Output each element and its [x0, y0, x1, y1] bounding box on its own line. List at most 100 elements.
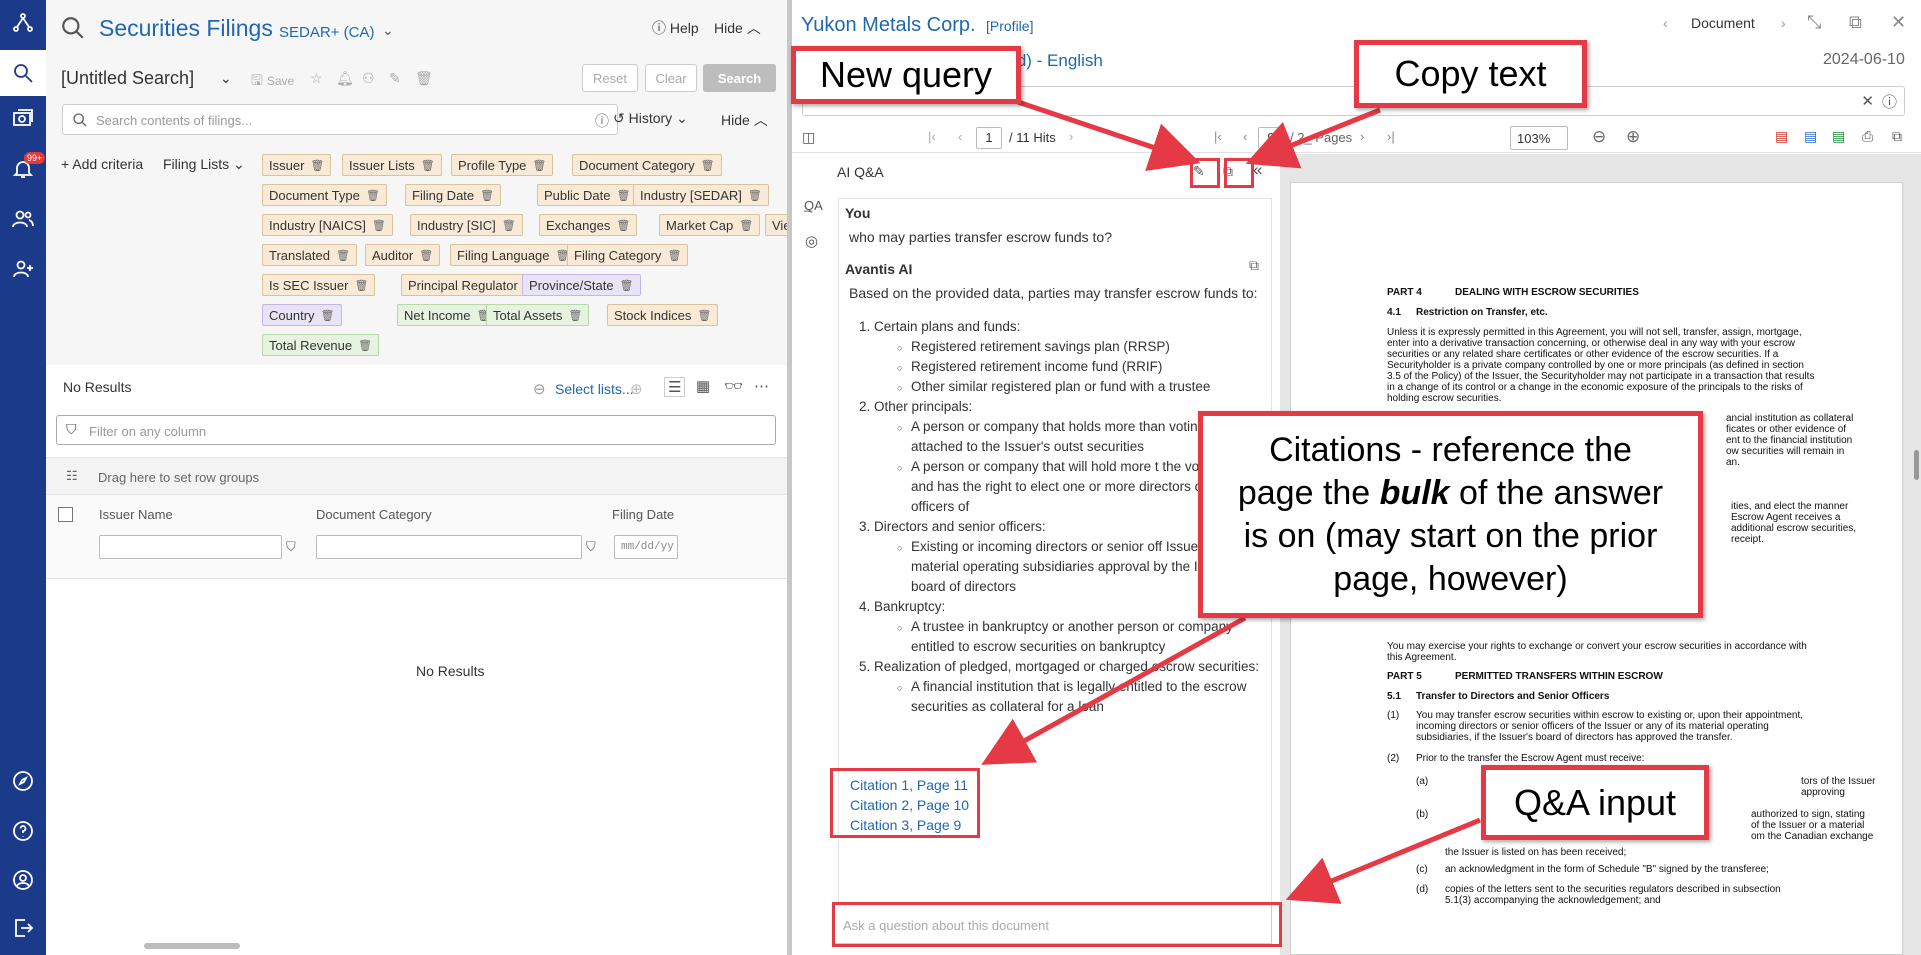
criteria-chip[interactable]: Total Revenue 🗑︎ — [262, 334, 380, 356]
prev-page-icon[interactable]: ‹ — [1243, 129, 1247, 144]
criteria-chip[interactable]: Market Cap 🗑︎ — [659, 214, 761, 236]
delete-icon[interactable]: 🗑︎ — [748, 189, 762, 202]
zoom-select[interactable]: 103% ⌄ — [1510, 126, 1568, 161]
hide-criteria-button[interactable]: Hide ︿ — [721, 110, 768, 130]
criteria-chip[interactable]: Document Type 🗑︎ — [262, 184, 387, 206]
delete-icon[interactable]: 🗑︎ — [667, 249, 681, 262]
word-icon[interactable]: ▤ — [1804, 128, 1817, 145]
add-circle-icon[interactable]: ⊕ — [630, 380, 643, 398]
content-search-input[interactable]: Search contents of filings... ⓘ — [62, 104, 618, 135]
save-button[interactable]: 🖫 Save — [251, 70, 294, 94]
notifications-icon[interactable]: 99+ — [0, 146, 46, 192]
delete-icon[interactable]: 🗑︎ — [421, 159, 435, 172]
add-user-icon[interactable] — [0, 246, 46, 292]
zoom-in-icon[interactable]: ⊕ — [1626, 127, 1640, 147]
filing-date-filter[interactable]: mm/dd/yy — [614, 535, 678, 559]
delete-icon[interactable]: 🗑︎ — [419, 249, 433, 262]
delete-icon[interactable]: 🗑︎ — [701, 159, 715, 172]
criteria-chip[interactable]: Public Date 🗑︎ — [537, 184, 638, 206]
excel-icon[interactable]: ▤ — [1832, 128, 1845, 145]
criteria-chip[interactable]: Industry [SEDAR] 🗑︎ — [633, 184, 769, 206]
delete-icon[interactable]: 🗑︎ — [358, 339, 372, 352]
delete-icon[interactable]: 🗑︎ — [321, 309, 335, 322]
criteria-chip[interactable]: Issuer Lists 🗑︎ — [342, 154, 442, 176]
criteria-chip[interactable]: Profile Type 🗑︎ — [451, 154, 554, 176]
delete-icon[interactable]: 🗑︎ — [354, 279, 368, 292]
criteria-chip[interactable]: Industry [SIC] 🗑︎ — [410, 214, 523, 236]
criteria-chip[interactable]: Industry [NAICS] 🗑︎ — [262, 214, 393, 236]
select-all-checkbox[interactable] — [58, 507, 73, 522]
issuer-name-filter[interactable] — [99, 535, 282, 559]
delete-icon[interactable]: 🗑︎ — [697, 309, 711, 322]
delete-icon[interactable]: 🗑︎ — [616, 189, 630, 202]
delete-icon[interactable]: 🗑︎ — [415, 70, 433, 87]
delete-icon[interactable]: 🗑︎ — [336, 249, 350, 262]
delete-icon[interactable]: 🗑︎ — [568, 309, 582, 322]
chevron-down-icon[interactable]: ⌄ — [382, 22, 394, 39]
minus-circle-icon[interactable]: ⊖ — [533, 380, 546, 398]
qa-tab-icon[interactable]: Q̲A — [804, 198, 823, 213]
last-page-icon[interactable]: ›| — [1387, 129, 1395, 144]
close-icon[interactable]: ✕ — [1891, 12, 1906, 33]
search-name[interactable]: [Untitled Search] — [61, 68, 194, 89]
document-category-filter[interactable] — [316, 535, 582, 559]
pdf-icon[interactable]: ▤ — [1775, 128, 1788, 145]
criteria-chip[interactable]: Exchanges 🗑︎ — [539, 214, 638, 236]
search-icon[interactable] — [0, 50, 46, 96]
help-button[interactable]: ⓘ Help — [652, 18, 699, 38]
criteria-chip[interactable]: Net Income 🗑︎ — [397, 304, 498, 326]
criteria-chip[interactable]: Total Assets 🗑︎ — [486, 304, 590, 326]
binoculars-icon[interactable]: 👓︎ — [724, 377, 743, 395]
chevron-down-icon[interactable]: ⌄ — [220, 70, 232, 87]
criteria-chip[interactable]: Filing Language 🗑︎ — [450, 244, 577, 266]
column-header-issuer-name[interactable]: Issuer Name — [99, 507, 173, 522]
delete-icon[interactable]: 🗑︎ — [310, 159, 324, 172]
filing-lists-button[interactable]: Filing Lists ⌄ — [163, 156, 245, 173]
delete-icon[interactable]: 🗑︎ — [532, 159, 546, 172]
profile-link[interactable]: [Profile] — [986, 18, 1033, 34]
app-logo-icon[interactable] — [0, 0, 46, 46]
delete-icon[interactable]: 🗑︎ — [480, 189, 494, 202]
next-hit-icon[interactable]: › — [1069, 129, 1073, 144]
criteria-chip[interactable]: Translated 🗑︎ — [262, 244, 357, 266]
vertical-scrollbar[interactable] — [1914, 450, 1919, 480]
criteria-chip[interactable]: Auditor 🗑︎ — [365, 244, 441, 266]
panel-toggle-icon[interactable]: ◫ — [802, 129, 815, 146]
copy-icon[interactable]: ⧉ — [1249, 257, 1259, 274]
help-icon[interactable]: ⓘ — [595, 111, 609, 131]
chevron-right-icon[interactable]: › — [1781, 15, 1786, 31]
delete-icon[interactable]: 🗑︎ — [616, 219, 630, 232]
page-number-input[interactable]: 9 — [1258, 127, 1284, 149]
print-icon[interactable]: ⎙ — [1862, 128, 1873, 145]
clear-icon[interactable]: ✕ — [1861, 92, 1874, 110]
column-filter-input[interactable]: ⛉ Filter on any column — [56, 415, 776, 445]
collapse-panel-icon[interactable]: « — [1253, 160, 1262, 180]
ai-icon[interactable]: ◎ — [805, 232, 818, 250]
criteria-chip[interactable]: Document Category 🗑︎ — [572, 154, 722, 176]
criteria-chip[interactable]: Province/State 🗑︎ — [522, 274, 641, 296]
zoom-out-icon[interactable]: ⊖ — [1592, 127, 1606, 147]
first-page-icon[interactable]: |‹ — [1214, 129, 1222, 144]
select-lists-link[interactable]: Select lists... — [555, 381, 634, 397]
logout-icon[interactable] — [0, 905, 46, 951]
reset-button[interactable]: Reset — [582, 64, 638, 92]
row-groups-dropzone[interactable]: ☷ Drag here to set row groups — [46, 457, 787, 495]
criteria-chip[interactable]: Issuer 🗑︎ — [262, 154, 332, 176]
chevron-left-icon[interactable]: ‹ — [1663, 15, 1668, 31]
filings-icon[interactable] — [0, 96, 46, 142]
help-icon[interactable]: ⓘ — [1882, 91, 1897, 112]
edit-icon[interactable]: ✎ — [389, 70, 401, 87]
star-icon[interactable]: ☆ — [310, 70, 323, 87]
column-header-filing-date[interactable]: Filing Date — [612, 507, 674, 522]
criteria-chip[interactable]: Is SEC Issuer 🗑︎ — [262, 274, 376, 296]
add-criteria-button[interactable]: + Add criteria — [61, 156, 143, 172]
search-button[interactable]: Search — [703, 64, 776, 92]
delete-icon[interactable]: 🗑︎ — [620, 279, 634, 292]
open-new-window-icon[interactable]: ⧉ — [1849, 12, 1862, 33]
delete-icon[interactable]: 🗑︎ — [372, 219, 386, 232]
table-view-icon[interactable]: ▦ — [696, 377, 710, 395]
bell-icon[interactable]: 🔔︎ — [336, 70, 354, 87]
criteria-chip[interactable]: Filing Date 🗑︎ — [405, 184, 502, 206]
criteria-chip[interactable]: Stock Indices 🗑︎ — [607, 304, 719, 326]
next-page-icon[interactable]: › — [1360, 129, 1364, 144]
